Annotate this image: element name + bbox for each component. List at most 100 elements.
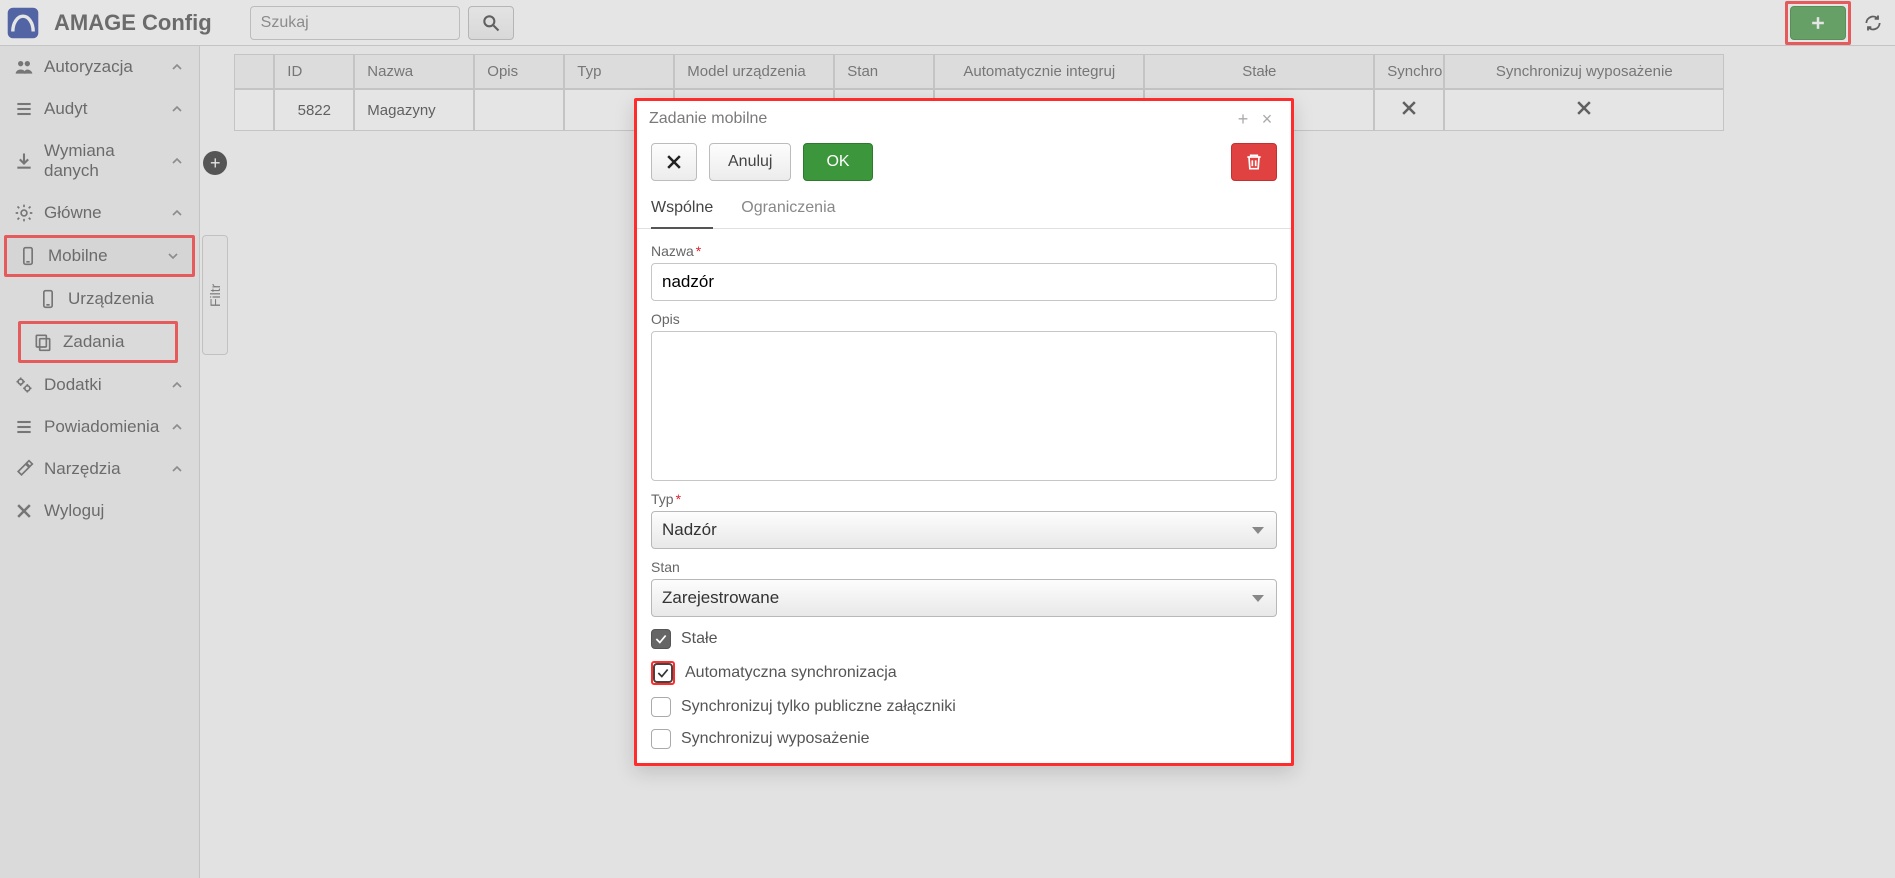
filter-toggle[interactable]: Filtr	[202, 235, 228, 355]
chevron-up-icon	[169, 375, 185, 395]
chevron-up-icon	[169, 417, 185, 437]
check-row-sync-pub[interactable]: Synchronizuj tylko publiczne załączniki	[651, 689, 1277, 717]
input-opis[interactable]	[651, 331, 1277, 481]
sidebar-item-dodatki[interactable]: Dodatki	[0, 364, 199, 406]
sidebar-item-label: Autoryzacja	[44, 57, 159, 77]
phone-icon	[38, 289, 58, 309]
tab-wspolne[interactable]: Wspólne	[651, 191, 713, 229]
sidebar: Autoryzacja Audyt Wymiana danych Główne …	[0, 46, 200, 878]
select-typ[interactable]: Nadzór	[651, 511, 1277, 549]
column-header[interactable]	[234, 54, 274, 89]
sidebar-item-zadania[interactable]: Zadania	[21, 324, 175, 360]
label-nazwa: Nazwa*	[651, 243, 1277, 259]
trash-icon	[1244, 152, 1264, 172]
chevron-up-icon	[169, 203, 185, 223]
sidebar-item-label: Wyloguj	[44, 501, 185, 521]
plus-icon: +	[1238, 109, 1249, 129]
cell-opis	[474, 89, 564, 131]
column-header[interactable]: Model urządzenia	[674, 54, 834, 89]
checkbox-stale[interactable]	[651, 629, 671, 649]
check-label: Synchronizuj wyposażenie	[681, 730, 870, 748]
label-opis: Opis	[651, 311, 1277, 327]
check-row-autosync[interactable]: Automatyczna synchronizacja	[651, 653, 1277, 685]
filter-add-button[interactable]: +	[203, 151, 227, 175]
check-label: Automatyczna synchronizacja	[685, 664, 897, 682]
checkbox-sync-wyp[interactable]	[651, 729, 671, 749]
close-button[interactable]	[651, 143, 697, 181]
checkbox-autosync[interactable]	[653, 663, 673, 683]
label-stan: Stan	[651, 559, 1277, 575]
delete-button[interactable]	[1231, 143, 1277, 181]
column-header[interactable]: Synchronizuj wyposażenie	[1444, 54, 1724, 89]
x-icon: ×	[1262, 109, 1273, 129]
sidebar-item-urzadzenia[interactable]: Urządzenia	[0, 278, 199, 320]
chevron-up-icon	[169, 151, 185, 171]
sidebar-item-powiadomienia[interactable]: Powiadomienia	[0, 406, 199, 448]
check-row-sync-wyp[interactable]: Synchronizuj wyposażenie	[651, 721, 1277, 749]
search-button[interactable]	[468, 6, 514, 40]
row-selector-cell[interactable]	[234, 89, 274, 131]
sidebar-item-label: Dodatki	[44, 375, 159, 395]
dialog-add-button[interactable]: +	[1231, 109, 1255, 130]
wrench-icon	[14, 459, 34, 479]
refresh-button[interactable]	[1859, 6, 1887, 40]
sidebar-item-label: Urządzenia	[68, 289, 185, 309]
sidebar-item-label: Zadania	[63, 332, 164, 352]
input-nazwa[interactable]	[651, 263, 1277, 301]
plus-icon: +	[210, 153, 221, 174]
check-row-stale[interactable]: Stałe	[651, 621, 1277, 649]
list-icon	[14, 99, 34, 119]
users-icon	[14, 57, 34, 77]
checkbox-sync-pub[interactable]	[651, 697, 671, 717]
sidebar-item-label: Główne	[44, 203, 159, 223]
sidebar-item-mobilne[interactable]: Mobilne	[7, 238, 192, 274]
sidebar-item-glowne[interactable]: Główne	[0, 192, 199, 234]
cell-id: 5822	[274, 89, 354, 131]
select-value: Zarejestrowane	[662, 588, 779, 608]
column-header[interactable]: Typ	[564, 54, 674, 89]
column-header[interactable]: Stan	[834, 54, 934, 89]
cogs-icon	[14, 375, 34, 395]
refresh-icon	[1863, 13, 1883, 33]
column-header[interactable]: Stałe	[1144, 54, 1374, 89]
sidebar-item-autoryzacja[interactable]: Autoryzacja	[0, 46, 199, 88]
dialog-tabs: Wspólne Ograniczenia	[637, 191, 1291, 229]
chevron-up-icon	[169, 459, 185, 479]
download-icon	[14, 151, 34, 171]
sidebar-item-wymiana[interactable]: Wymiana danych	[0, 130, 199, 192]
check-label: Stałe	[681, 630, 717, 648]
app-title: AMAGE Config	[54, 10, 212, 36]
column-header[interactable]: Synchronizuj tylko publiczne pliki	[1374, 54, 1444, 89]
sidebar-item-audyt[interactable]: Audyt	[0, 88, 199, 130]
column-header[interactable]: Automatycznie integruj	[934, 54, 1144, 89]
cell-sync-wyp	[1444, 89, 1724, 131]
select-stan[interactable]: Zarejestrowane	[651, 579, 1277, 617]
check-label: Synchronizuj tylko publiczne załączniki	[681, 698, 956, 716]
select-value: Nadzór	[662, 520, 717, 540]
plus-icon	[1808, 13, 1828, 33]
sidebar-item-narzedzia[interactable]: Narzędzia	[0, 448, 199, 490]
tab-ograniczenia[interactable]: Ograniczenia	[741, 191, 835, 228]
cell-nazwa: Magazyny	[354, 89, 474, 131]
column-header[interactable]: Nazwa	[354, 54, 474, 89]
chevron-up-icon	[169, 57, 185, 77]
list-icon	[14, 417, 34, 437]
add-button[interactable]	[1790, 6, 1846, 40]
filter-rail: + Filtr	[200, 46, 230, 878]
dialog-actions: Anuluj OK	[637, 137, 1291, 191]
cell-sync-pub	[1374, 89, 1444, 131]
column-header[interactable]: ID	[274, 54, 354, 89]
sidebar-item-wyloguj[interactable]: Wyloguj	[0, 490, 199, 532]
dialog-close-x[interactable]: ×	[1255, 109, 1279, 130]
search-input[interactable]	[250, 6, 460, 40]
sidebar-item-label: Mobilne	[48, 246, 155, 266]
cancel-button[interactable]: Anuluj	[709, 143, 791, 181]
gear-icon	[14, 203, 34, 223]
sidebar-item-label: Powiadomienia	[44, 417, 159, 437]
x-icon	[14, 501, 34, 521]
column-header[interactable]: Opis	[474, 54, 564, 89]
x-icon	[664, 152, 684, 172]
ok-button[interactable]: OK	[803, 143, 872, 181]
sidebar-item-label: Narzędzia	[44, 459, 159, 479]
table-header-row: ID Nazwa Opis Typ Model urządzenia Stan …	[234, 54, 1895, 89]
